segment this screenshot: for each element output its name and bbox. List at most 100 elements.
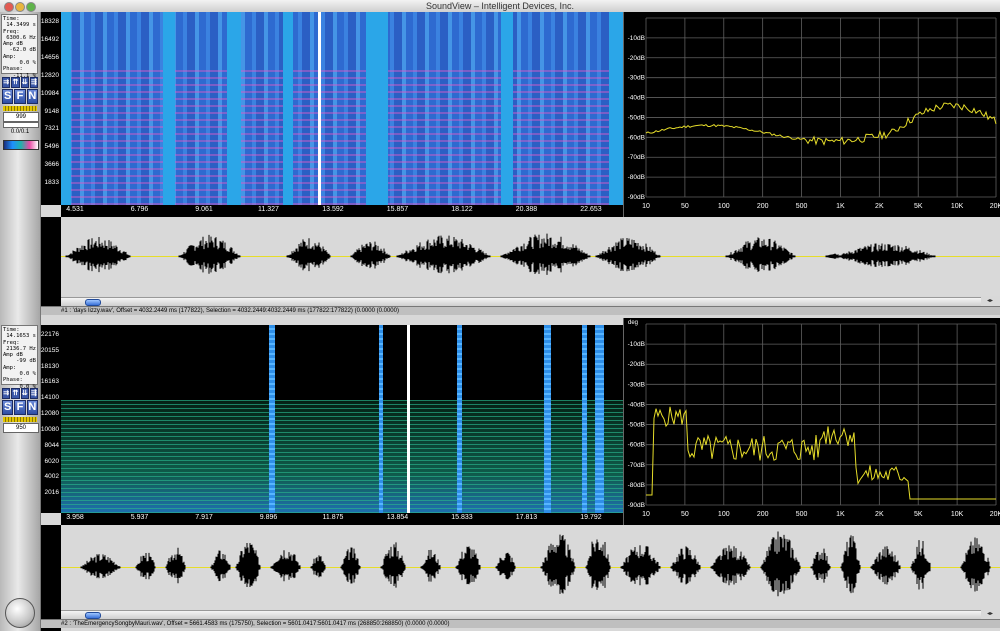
channel2-scroll-thumb[interactable]	[85, 612, 101, 619]
s-button[interactable]: S	[2, 400, 14, 415]
f-button[interactable]: F	[14, 400, 26, 415]
channel2-scroll-arrows[interactable]: ◂▸	[981, 610, 999, 618]
zoom-in-vertical-button[interactable]: ⇈	[11, 77, 20, 88]
time-tick-label: 9.896	[259, 514, 278, 521]
silence-band	[283, 12, 293, 205]
time-tick-label: 18.122	[451, 206, 473, 213]
channel2-level-meter	[3, 417, 37, 422]
channel1-waveform[interactable]	[61, 217, 1000, 296]
channel2-status-bar: #2 : 'TheEmergencySongbyMauri.wav', Offs…	[41, 619, 1000, 628]
db-tick-label: -90dB	[628, 194, 645, 201]
silence-band	[501, 12, 513, 205]
frequency-tick-label: 2016	[44, 489, 59, 497]
time-tick-label: 13.854	[386, 514, 409, 521]
frequency-tick-label: 20K	[990, 511, 1000, 518]
window-title: SoundView – Intelligent Devices, Inc.	[426, 1, 574, 11]
zoom-out-vertical-button[interactable]: ⇊	[20, 388, 29, 399]
channel1-spectrum-panel[interactable]: -10dB -20dB -30dB -40dB -50dB -60dB -70dB -80dB…	[624, 12, 1000, 217]
waveform-amplitude	[80, 531, 991, 597]
silence-band	[61, 12, 71, 205]
frequency-tick-label: 18328	[40, 18, 59, 25]
time-tick-label: 15.857	[386, 206, 409, 213]
channel1-level-value[interactable]: 999	[3, 112, 39, 122]
db-tick-label: -60dB	[628, 134, 645, 141]
spectrum-grid	[645, 323, 997, 506]
frequency-tick-label: 100	[718, 511, 730, 518]
left-control-bar	[0, 12, 41, 631]
frequency-tick-label: 200	[757, 203, 769, 210]
channel1-time-axis: 4.531 6.796 9.061 11.327 13.592 15.857 18.122 2…	[61, 205, 623, 217]
channel2-waveform-graphic	[61, 531, 1000, 597]
frequency-tick-label: 1833	[44, 179, 59, 187]
channel1-sfn-buttons: S F N	[2, 89, 38, 104]
silence-band	[609, 12, 623, 205]
time-tick-label: 3.958	[66, 514, 84, 521]
zoom-out-horizontal-button[interactable]: ⇶	[29, 77, 38, 88]
frequency-tick-label: 22176	[40, 331, 59, 338]
frequency-tick-label: 16492	[40, 35, 59, 43]
frequency-tick-label: 5K	[914, 511, 923, 518]
zoom-in-vertical-button[interactable]: ⇈	[11, 388, 20, 399]
channel1-spectrum-graph: -10dB -20dB -30dB -40dB -50dB -60dB -70dB -80dB…	[628, 17, 1000, 210]
channel2-sfn-buttons: S F N	[2, 400, 38, 415]
time-tick-label: 4.531	[66, 206, 84, 213]
channel1-waveform-gutter	[41, 217, 61, 306]
frequency-tick-label: 500	[796, 203, 808, 210]
channel1-gain-slider[interactable]	[3, 122, 39, 128]
frequency-tick-label: 2K	[875, 511, 884, 518]
channel1-scroll-thumb[interactable]	[85, 299, 101, 306]
time-tick-label: 17.813	[515, 514, 538, 521]
time-tick-label: 7.917	[195, 514, 213, 521]
frequency-tick-label: 20155	[40, 346, 59, 354]
frequency-tick-label: 16163	[40, 378, 59, 386]
s-button[interactable]: S	[2, 89, 14, 104]
zoom-out-vertical-button[interactable]: ⇊	[20, 77, 29, 88]
db-tick-label: -90dB	[628, 502, 645, 509]
frequency-tick-label: 2K	[875, 203, 884, 210]
frequency-tick-label: 1K	[836, 203, 845, 210]
f-button[interactable]: F	[14, 89, 26, 104]
channel2-playhead[interactable]	[407, 325, 410, 513]
channel1-playhead[interactable]	[318, 12, 321, 205]
frequency-tick-label: 500	[796, 511, 808, 518]
time-tick-label: 15.833	[451, 514, 473, 521]
channel1-zoom-buttons: ⇉ ⇈ ⇊ ⇶	[2, 77, 38, 88]
frequency-tick-label: 5K	[914, 203, 923, 210]
spectrogram-energy	[61, 400, 623, 513]
frequency-tick-label: 10K	[951, 203, 964, 210]
db-tick-label: -80dB	[628, 174, 645, 181]
n-button[interactable]: N	[26, 89, 38, 104]
transient-stripe	[544, 325, 551, 513]
frequency-tick-label: 10K	[951, 511, 964, 518]
spectrogram-energy	[61, 69, 623, 205]
db-tick-label: -70dB	[628, 154, 645, 161]
frequency-tick-label: 12080	[40, 410, 59, 418]
zoom-in-horizontal-button[interactable]: ⇉	[2, 77, 11, 88]
channel2-spectrum-panel[interactable]: -10dB -20dB -30dB -40dB -50dB -60dB -70dB -80dB…	[624, 318, 1000, 525]
frequency-tick-label: 7321	[44, 125, 59, 133]
channel2-waveform[interactable]	[61, 525, 1000, 610]
db-tick-label: -10dB	[628, 35, 645, 42]
frequency-tick-label: 18130	[40, 362, 59, 370]
panel-corner-label: deg	[628, 320, 638, 326]
channel2-spectrogram[interactable]	[61, 325, 623, 513]
channel1-waveform-graphic	[61, 233, 1000, 275]
frequency-tick-label: 14100	[40, 394, 59, 402]
frequency-tick-label: 8044	[44, 441, 59, 449]
zoom-out-horizontal-button[interactable]: ⇶	[29, 388, 38, 399]
time-tick-label: 13.592	[322, 206, 344, 213]
playback-knob[interactable]	[5, 598, 35, 628]
frequency-tick-label: 9148	[44, 107, 59, 115]
channel2-level-value[interactable]: 950	[3, 423, 39, 433]
n-button[interactable]: N	[26, 400, 38, 415]
channel1-spectrogram[interactable]	[61, 12, 623, 205]
silence-band	[163, 12, 175, 205]
channel1-color-map[interactable]	[3, 140, 39, 150]
time-value: 14.1653 s	[6, 333, 36, 340]
frequency-tick-label: 1K	[836, 511, 845, 518]
channel2-zoom-buttons: ⇉ ⇈ ⇊ ⇶	[2, 388, 38, 399]
zoom-in-horizontal-button[interactable]: ⇉	[2, 388, 11, 399]
silence-band	[227, 12, 241, 205]
channel1-scroll-arrows[interactable]: ◂▸	[981, 297, 999, 305]
frequency-tick-label: 50	[681, 511, 689, 518]
